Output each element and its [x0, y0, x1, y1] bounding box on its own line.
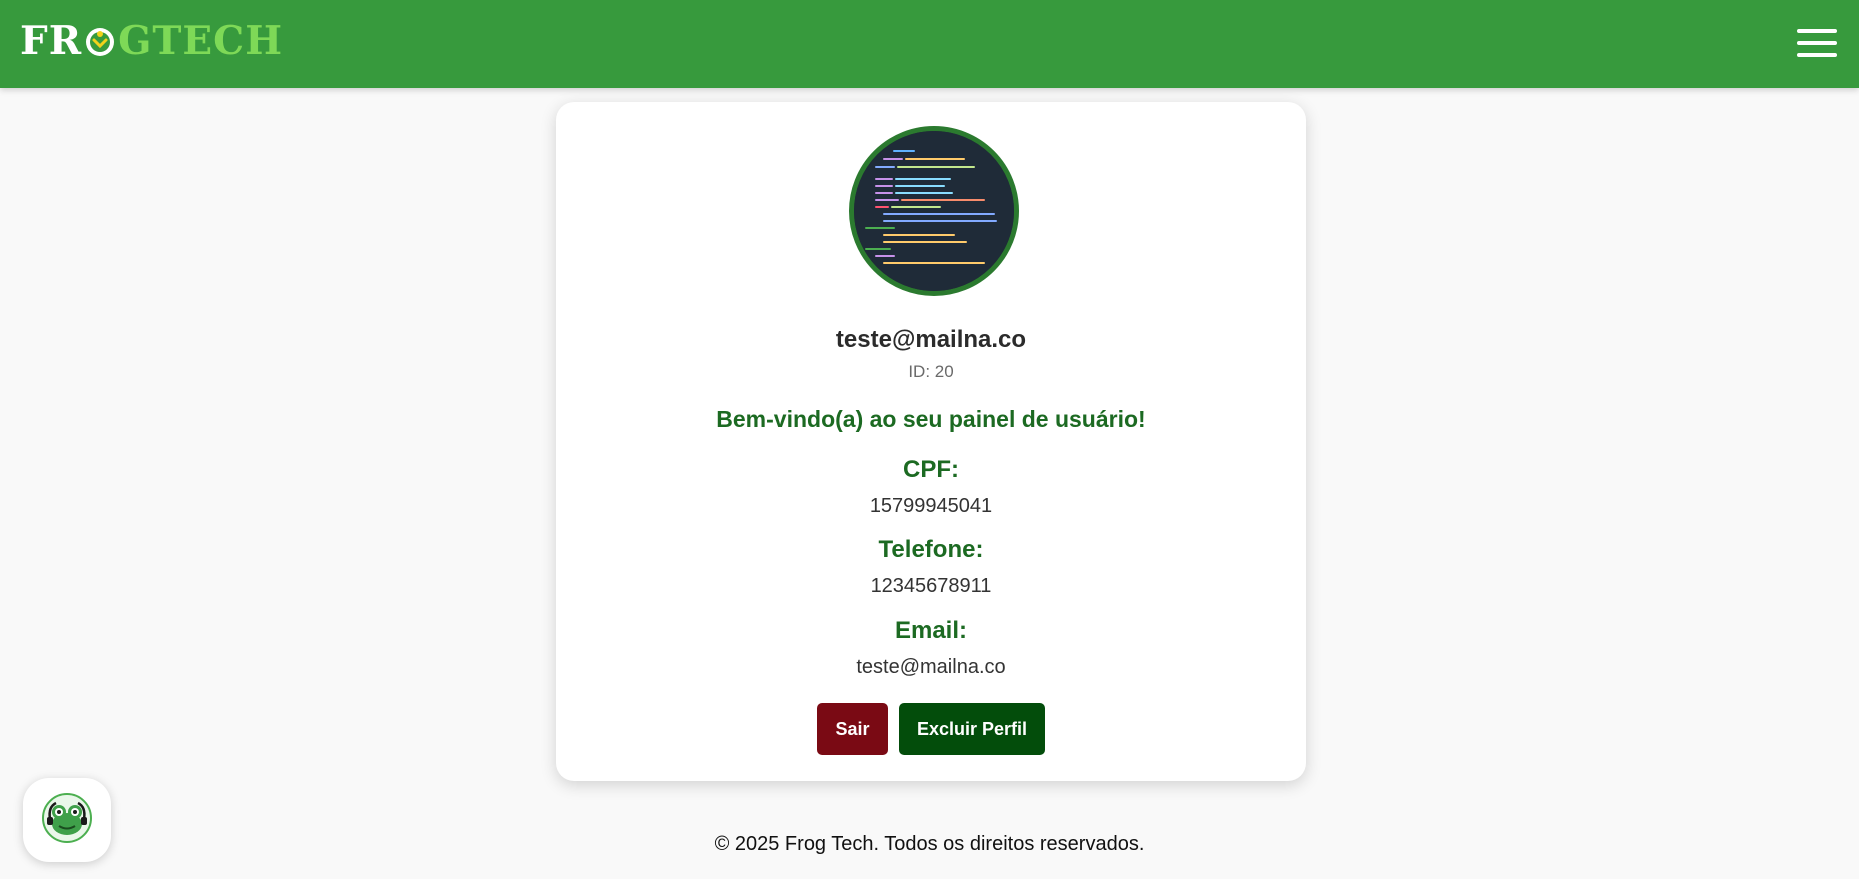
footer-copyright: © 2025 Frog Tech. Todos os direitos rese… [714, 833, 1145, 855]
cpf-label: CPF: [903, 456, 959, 483]
chat-assistant-button[interactable] [23, 778, 111, 862]
telefone-value: 12345678911 [870, 575, 992, 597]
logout-button[interactable]: Sair [817, 703, 888, 755]
code-avatar-image [854, 131, 1014, 291]
profile-card: teste@mailna.co ID: 20 Bem-vindo(a) ao s… [556, 102, 1306, 781]
user-id-text: ID: 20 [908, 362, 954, 381]
delete-profile-button[interactable]: Excluir Perfil [899, 703, 1045, 755]
profile-avatar [849, 126, 1019, 296]
email-label: Email: [894, 617, 968, 644]
frog-assistant-icon [42, 793, 92, 843]
telefone-label: Telefone: [878, 536, 984, 563]
logo-text-start: FR [20, 17, 83, 64]
top-navbar: FR GTECH [0, 0, 1859, 88]
logo-text-end: GTECH [118, 17, 284, 64]
welcome-message: Bem-vindo(a) ao seu painel de usuário! [716, 406, 1146, 432]
frogtech-logo[interactable]: FR GTECH [20, 18, 283, 64]
cpf-value: 15799945041 [869, 495, 993, 517]
hamburger-menu-icon[interactable] [1797, 27, 1837, 59]
profile-email-title: teste@mailna.co [835, 326, 1027, 353]
frog-logo-icon [83, 25, 117, 59]
email-value: teste@mailna.co [856, 656, 1006, 678]
